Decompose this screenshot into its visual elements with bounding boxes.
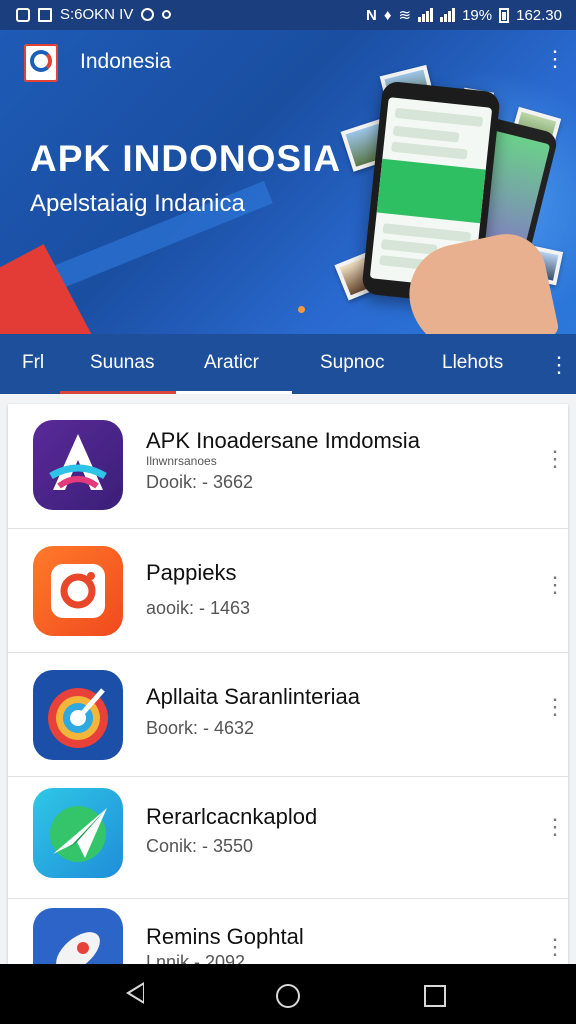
list-item[interactable]: Remins Gophtal Lnnik - 2092 ⋮ xyxy=(8,894,568,964)
tab-bar: Frl Suunas Araticr Supnoc Llehots ⋮ xyxy=(0,334,576,394)
tab-supnoc[interactable]: Supnoc xyxy=(320,334,384,394)
app-meta: aooik: - 1463 xyxy=(146,598,251,618)
app-subtitle: Ilnwnrsanoes xyxy=(146,454,217,468)
logo-mark-icon xyxy=(30,50,52,72)
tab-frl[interactable]: Frl xyxy=(22,334,44,394)
list-item[interactable]: Apllaita Saranlinteriaa Boork: - 4632 ⋮ xyxy=(8,652,568,777)
hero-banner[interactable]: Indonesia ⋮ APK INDONOSIA Apelstaiaig In… xyxy=(0,30,576,334)
sync-icon xyxy=(141,8,155,21)
battery-percent: 19% xyxy=(462,6,493,24)
paper-plane-icon xyxy=(33,788,123,878)
app-meta: Conik: - 3550 xyxy=(146,836,254,856)
target-arrow-icon xyxy=(33,670,123,760)
more-options-icon[interactable]: ⋮ xyxy=(544,574,566,596)
camera-ring-icon xyxy=(33,546,123,636)
system-nav-bar xyxy=(0,964,576,1024)
battery-icon xyxy=(499,7,510,23)
tab-llehots[interactable]: Llehots xyxy=(442,334,503,394)
app-name: Apllaita Saranlinteriaa xyxy=(146,684,361,709)
app-name: Remins Gophtal xyxy=(146,924,304,949)
rocket-icon xyxy=(33,908,123,964)
app-name: Pappieks xyxy=(146,560,237,585)
carousel-dots[interactable] xyxy=(298,306,305,313)
hero-title: APK INDONOSIA xyxy=(30,138,342,179)
hero-subtitle: Apelstaiaig Indanica xyxy=(30,190,245,217)
list-item[interactable]: Rerarlcacnkaplod Conik: - 3550 ⋮ xyxy=(8,774,568,899)
app-list: APK Inoadersane Imdomsia Ilnwnrsanoes Do… xyxy=(8,404,568,964)
more-options-icon[interactable]: ⋮ xyxy=(544,816,566,838)
tab-suunas[interactable]: Suunas xyxy=(90,334,154,394)
brand-name: Indonesia xyxy=(80,50,172,73)
app-meta: Lnnik - 2092 xyxy=(146,952,246,964)
dot-icon xyxy=(162,10,172,19)
signal-icon xyxy=(418,8,434,22)
home-icon[interactable] xyxy=(276,984,300,1008)
tab-araticr[interactable]: Araticr xyxy=(204,334,259,394)
clock: 162.30 xyxy=(516,6,562,24)
more-options-icon[interactable]: ⋮ xyxy=(544,448,566,470)
app-logo[interactable] xyxy=(24,44,58,82)
app-name: APK Inoadersane Imdomsia xyxy=(146,428,420,453)
app-meta: Dooik: - 3662 xyxy=(146,472,254,492)
back-icon[interactable] xyxy=(126,982,144,1004)
signal-2-icon xyxy=(440,8,456,22)
app-name: Rerarlcacnkaplod xyxy=(146,804,318,829)
more-options-icon[interactable]: ⋮ xyxy=(544,936,566,958)
tab-indicator xyxy=(176,391,292,394)
app-meta: Boork: - 4632 xyxy=(146,718,255,738)
tab-indicator-secondary xyxy=(60,391,176,394)
list-item[interactable]: Pappieks aooik: - 1463 ⋮ xyxy=(8,528,568,653)
message-icon xyxy=(38,7,52,22)
tabs-overflow-icon[interactable]: ⋮ xyxy=(548,352,570,378)
wifi-icon: ≋ xyxy=(398,7,412,24)
list-item[interactable]: APK Inoadersane Imdomsia Ilnwnrsanoes Do… xyxy=(8,404,568,529)
status-right: N ♦ ≋ 19% 162.30 xyxy=(366,6,562,25)
notification-icon xyxy=(16,7,30,22)
more-options-icon[interactable]: ⋮ xyxy=(544,696,566,718)
status-left-text: S:6OKN IV xyxy=(60,6,134,23)
nfc-icon: N xyxy=(366,6,377,24)
a-logo-icon xyxy=(33,420,123,510)
recents-icon[interactable] xyxy=(424,985,446,1007)
status-bar: S:6OKN IV N ♦ ≋ 19% 162.30 xyxy=(0,0,576,30)
alarm-icon: ♦ xyxy=(383,6,392,24)
overflow-menu-icon[interactable]: ⋮ xyxy=(544,48,566,70)
status-left: S:6OKN IV xyxy=(16,6,172,23)
